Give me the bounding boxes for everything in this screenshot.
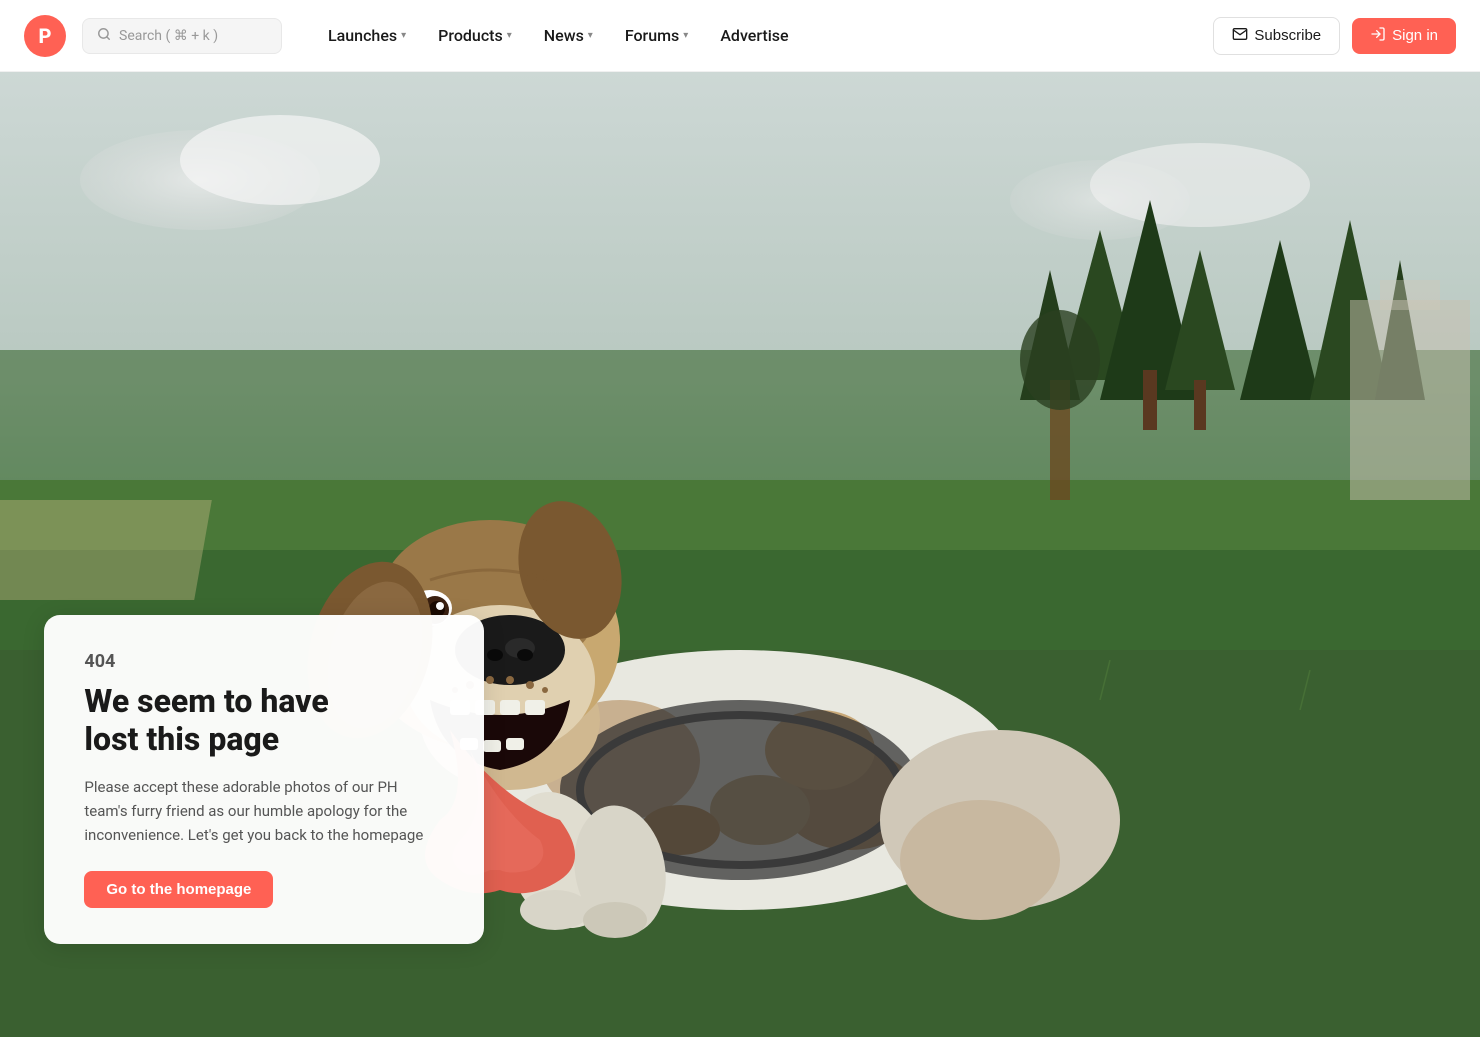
search-box[interactable]: Search ( ⌘ + k ) xyxy=(82,18,282,54)
error-description: Please accept these adorable photos of o… xyxy=(84,775,444,847)
nav-item-advertise[interactable]: Advertise xyxy=(706,18,802,53)
nav-actions: Subscribe Sign in xyxy=(1213,17,1456,55)
nav-item-products[interactable]: Products ▾ xyxy=(424,18,526,53)
nav-links: Launches ▾ Products ▾ News ▾ Forums ▾ Ad… xyxy=(314,18,1197,53)
chevron-down-icon: ▾ xyxy=(683,30,688,41)
search-placeholder-text: Search ( ⌘ + k ) xyxy=(119,28,218,44)
go-to-homepage-button[interactable]: Go to the homepage xyxy=(84,871,273,908)
chevron-down-icon: ▾ xyxy=(588,30,593,41)
signin-icon xyxy=(1370,26,1386,46)
nav-item-launches[interactable]: Launches ▾ xyxy=(314,18,420,53)
chevron-down-icon: ▾ xyxy=(507,30,512,41)
logo[interactable]: P xyxy=(24,15,66,57)
hero-container: 404 We seem to have lost this page Pleas… xyxy=(0,0,1480,1037)
error-card: 404 We seem to have lost this page Pleas… xyxy=(44,615,484,944)
error-code: 404 xyxy=(84,651,444,672)
subscribe-button[interactable]: Subscribe xyxy=(1213,17,1340,55)
navbar: P Search ( ⌘ + k ) Launches ▾ Products ▾… xyxy=(0,0,1480,72)
chevron-down-icon: ▾ xyxy=(401,30,406,41)
signin-button[interactable]: Sign in xyxy=(1352,18,1456,54)
nav-item-forums[interactable]: Forums ▾ xyxy=(611,18,702,53)
subscribe-icon xyxy=(1232,26,1248,46)
error-title: We seem to have lost this page xyxy=(84,682,444,759)
nav-item-news[interactable]: News ▾ xyxy=(530,18,607,53)
search-icon xyxy=(97,27,111,45)
